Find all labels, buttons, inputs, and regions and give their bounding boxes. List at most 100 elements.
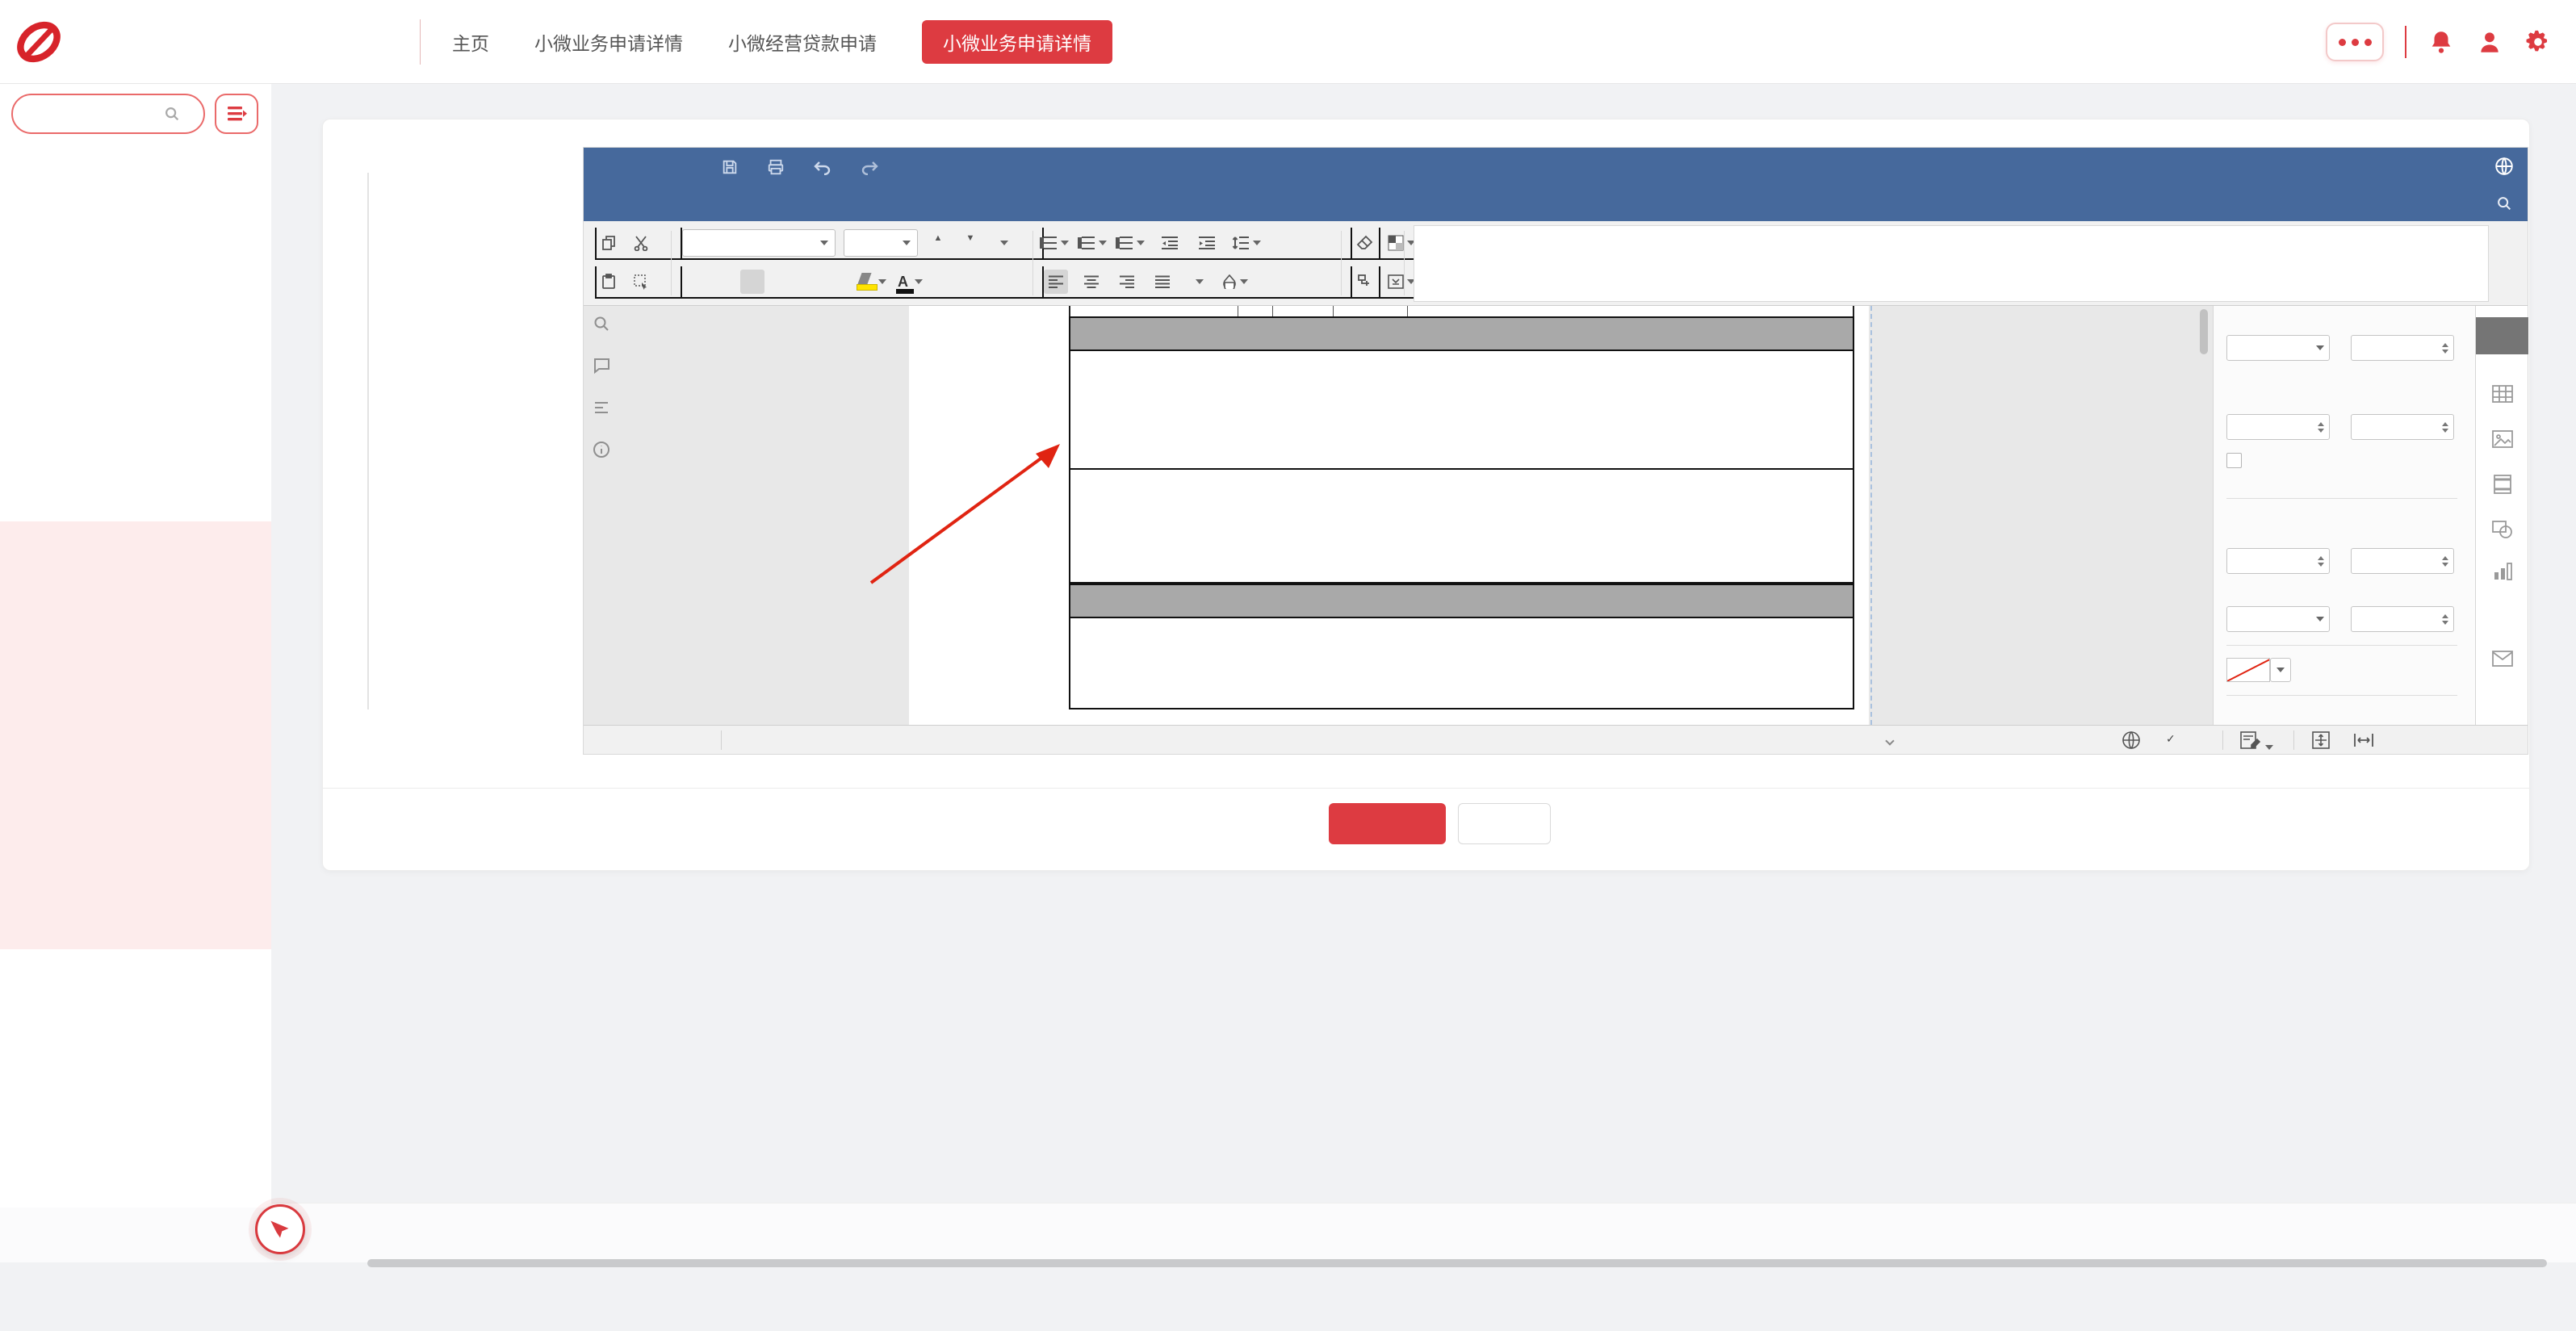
decrease-indent-icon[interactable] [1158,231,1182,255]
undo-icon[interactable] [813,159,832,175]
find-icon[interactable] [592,314,611,333]
nav-tab-2[interactable]: 小微经营贷款申请 [728,28,877,56]
gear-icon[interactable] [2524,28,2552,56]
bell-icon[interactable] [2427,28,2455,56]
textart-settings-tab[interactable] [2476,595,2528,632]
document-canvas [584,306,2213,725]
canvas-left-toolbar [592,314,611,459]
word-count-button[interactable] [739,732,743,748]
nav-tabs: 主页 小微业务申请详情 小微经营贷款申请 小微业务申请详情 [452,0,1112,84]
set-language-globe-icon[interactable] [2122,730,2141,754]
search-input[interactable] [26,106,163,123]
fit-width-icon[interactable] [2353,730,2374,754]
subscript-icon[interactable] [827,270,852,294]
same-style-checkbox[interactable] [2226,453,2242,468]
nav-tab-3[interactable]: 小微业务申请详情 [922,20,1112,64]
indent-right-stepper[interactable] [2351,548,2454,574]
horizontal-scrollbar[interactable] [367,1259,2547,1267]
strikethrough-icon[interactable] [769,270,794,294]
editor-menu-bar [584,186,2528,221]
shape-settings-tab[interactable] [2476,511,2528,548]
italic-icon[interactable] [711,270,735,294]
copy-icon[interactable] [597,231,621,255]
image-settings-tab[interactable] [2476,421,2528,458]
style-gallery [1414,225,2489,302]
justify-icon[interactable] [1150,270,1175,294]
messages-button[interactable] [2326,23,2384,61]
credit-management-group-bg [0,521,271,949]
user-icon[interactable] [2476,28,2503,56]
spacing-after-stepper[interactable] [2351,414,2454,440]
special-format-by-stepper[interactable] [2351,606,2454,632]
return-button[interactable] [1458,803,1551,844]
spellcheck-icon[interactable]: ✓ [2166,732,2176,746]
paragraph-marks-icon[interactable] [1186,270,1210,294]
highlight-color-icon[interactable] [857,270,886,294]
indent-left-stepper[interactable] [2226,548,2330,574]
paste-icon[interactable] [597,270,621,294]
sidebar-search[interactable] [11,94,205,134]
spacing-before-stepper[interactable] [2226,414,2330,440]
bold-icon[interactable] [682,270,706,294]
increase-indent-icon[interactable] [1195,231,1219,255]
numbered-list-icon[interactable] [1082,231,1107,255]
font-size-select[interactable] [844,229,918,257]
line-spacing-icon[interactable] [1232,231,1261,255]
about-icon[interactable] [592,440,611,459]
background-color-dropdown[interactable] [2270,658,2291,682]
superscript-icon[interactable] [798,270,823,294]
special-format-select[interactable] [2226,606,2330,632]
paragraph-settings-tab[interactable] [2476,317,2528,354]
nav-tab-1[interactable]: 小微业务申请详情 [534,28,683,56]
previous-step-button[interactable] [1329,803,1446,844]
mail-merge-icon[interactable] [1388,270,1415,294]
conclusion-paragraph [1069,617,1854,709]
right-icon-strip [2475,306,2528,725]
increase-font-icon[interactable]: ▲ [926,231,950,255]
select-icon[interactable] [629,270,653,294]
align-left-icon[interactable] [1044,270,1068,294]
decrease-font-icon[interactable]: ▼ [958,231,982,255]
line-spacing-stepper[interactable] [2351,335,2454,361]
top-navbar: 主页 小微业务申请详情 小微经营贷款申请 小微业务申请详情 [0,0,2576,84]
clear-style-icon[interactable] [1352,231,1376,255]
fit-page-icon[interactable] [2311,730,2331,754]
feedback-icon[interactable] [592,356,611,375]
save-icon[interactable] [721,158,739,176]
sidebar-item-0[interactable] [0,163,271,211]
editor-search-icon[interactable] [2495,195,2513,212]
button-bar-divider [323,788,2531,789]
floating-back-button[interactable] [255,1204,305,1254]
table-shading-icon[interactable] [1388,231,1415,255]
sidebar [0,84,271,1208]
font-color-icon[interactable]: A [898,270,923,294]
line-spacing-select[interactable] [2226,335,2330,361]
redo-icon[interactable] [860,159,879,175]
editor-toolbar: ▲ ▼ A [584,221,2528,306]
header-footer-settings-tab[interactable] [2476,466,2528,503]
table-settings-tab[interactable] [2476,375,2528,412]
actions-divider [2405,26,2406,58]
align-center-icon[interactable] [1079,270,1104,294]
copy-style-icon[interactable] [1352,270,1376,294]
collapse-menu-button[interactable] [215,94,258,134]
underline-icon[interactable] [740,270,764,294]
main-content-card: ▲ ▼ A [322,119,2530,871]
hamburger-icon [226,105,247,123]
background-color-swatch[interactable] [2226,658,2270,682]
font-name-select[interactable] [682,229,836,257]
headings-icon[interactable] [592,398,611,417]
print-icon[interactable] [766,158,785,176]
cut-icon[interactable] [629,231,653,255]
language-selector[interactable] [1882,732,1893,748]
mailmerge-settings-tab[interactable] [2476,640,2528,677]
nav-tab-0[interactable]: 主页 [452,28,489,56]
shading-icon[interactable] [1221,270,1248,294]
vertical-scrollbar[interactable] [2200,309,2208,354]
bullet-list-icon[interactable] [1044,231,1069,255]
chart-settings-tab[interactable] [2476,553,2528,590]
align-right-icon[interactable] [1115,270,1139,294]
track-changes-icon[interactable] [2240,730,2273,754]
change-case-icon[interactable] [991,231,1015,255]
multilevel-list-icon[interactable] [1120,231,1145,255]
